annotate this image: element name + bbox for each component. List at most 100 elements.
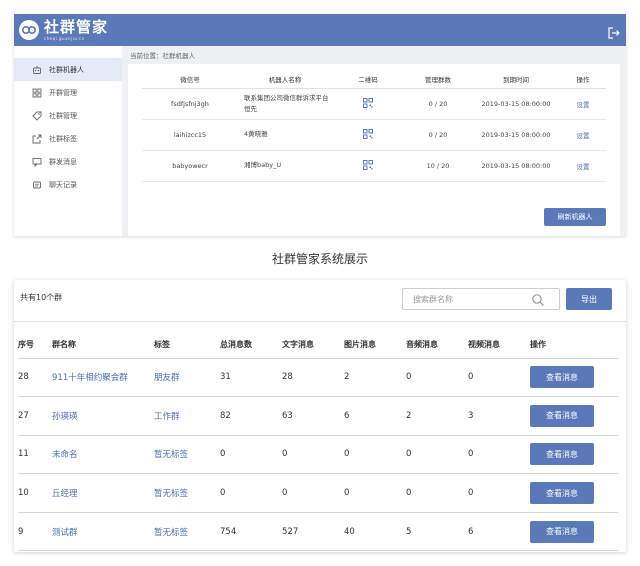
- video-messages: 0: [468, 473, 530, 513]
- sidebar-item-open-groups[interactable]: 开群管理: [14, 81, 122, 104]
- search-input[interactable]: [403, 294, 527, 304]
- breadcrumb: 当前位置：社群机器人: [130, 52, 195, 60]
- group-name-link[interactable]: 未命名: [52, 435, 154, 475]
- qr-code-icon[interactable]: [363, 159, 373, 170]
- total-messages: 0: [220, 435, 282, 475]
- qr-code-icon[interactable]: [363, 128, 373, 139]
- main-content: 当前位置：社群机器人 微信号 机器人名称 二维码 管理群数 到期时间 操作 fs…: [128, 46, 626, 236]
- table-row: 27 孙瑛瑛 工作群 82 63 6 2 3 查看消息: [18, 396, 618, 436]
- admin-console-screenshot: 社群管家 sheqi.guanjia.cn 社群机器人 开群管理 社群管理 社群…: [14, 14, 626, 236]
- wechat-id: laihizcc15: [142, 119, 238, 151]
- export-button[interactable]: 导出: [566, 288, 612, 310]
- column-header: 操作: [530, 332, 618, 359]
- group-tag-link[interactable]: 工作群: [154, 396, 220, 436]
- audio-messages: 2: [406, 396, 468, 436]
- column-header: 二维码: [332, 70, 404, 89]
- table-row: fsdfjsfnj3gh 联系集团公司微信群诉求平台恒先 0 / 20 2019…: [142, 88, 606, 120]
- audio-messages: 5: [406, 512, 468, 552]
- total-messages: 82: [220, 396, 282, 436]
- qr-code-cell: [332, 88, 404, 120]
- logo-text: 社群管家 sheqi.guanjia.cn: [44, 17, 109, 41]
- logo-icon: [18, 19, 40, 41]
- app-title: 社群管家: [44, 17, 109, 36]
- settings-link[interactable]: 设置: [577, 132, 590, 140]
- group-tag-link[interactable]: 暂无标签: [154, 473, 220, 513]
- image-messages: 40: [344, 512, 406, 552]
- sidebar-item-label: 社群机器人: [49, 65, 84, 74]
- group-name-link[interactable]: 丘经理: [52, 473, 154, 513]
- total-messages: 0: [220, 473, 282, 513]
- table-row: 11 未命名 暂无标签 0 0 0 0 0 查看消息: [18, 435, 618, 475]
- sidebar-item-label: 社群管理: [49, 111, 77, 120]
- view-messages-button[interactable]: 查看消息: [530, 443, 594, 466]
- view-messages-button[interactable]: 查看消息: [530, 520, 594, 543]
- text-messages: 527: [282, 512, 344, 552]
- column-header: 音频消息: [406, 332, 468, 359]
- total-messages: 754: [220, 512, 282, 552]
- robot-table: 微信号 机器人名称 二维码 管理群数 到期时间 操作 fsdfjsfnj3gh …: [142, 70, 606, 182]
- view-messages-button[interactable]: 查看消息: [530, 482, 594, 505]
- settings-link[interactable]: 设置: [577, 163, 590, 171]
- group-name-link[interactable]: 测试群: [52, 512, 154, 552]
- text-messages: 0: [282, 435, 344, 475]
- sidebar: 社群机器人 开群管理 社群管理 社群标签 群发消息 聊天记录: [14, 46, 122, 236]
- image-messages: 6: [344, 396, 406, 436]
- image-messages: 0: [344, 435, 406, 475]
- expire-time: 2019-03-15 08:00:00: [472, 150, 560, 182]
- robot-name: 4黄晓雅: [238, 119, 332, 151]
- image-messages: 2: [344, 358, 406, 398]
- sidebar-item-label: 社群标签: [49, 134, 77, 143]
- grid-icon: [32, 88, 42, 98]
- sidebar-item-group-tags[interactable]: 社群标签: [14, 127, 122, 150]
- video-messages: 3: [468, 396, 530, 436]
- wechat-id: fsdfjsfnj3gh: [142, 88, 238, 120]
- column-header: 操作: [560, 70, 606, 89]
- sidebar-item-robots[interactable]: 社群机器人: [14, 58, 122, 81]
- search-icon[interactable]: [531, 292, 545, 306]
- sidebar-item-group-management[interactable]: 社群管理: [14, 104, 122, 127]
- group-id: 27: [18, 396, 52, 436]
- robot-name: 联系集团公司微信群诉求平台恒先: [238, 88, 332, 120]
- column-header: 管理群数: [404, 70, 472, 89]
- logout-icon[interactable]: [608, 24, 620, 39]
- group-id: 9: [18, 512, 52, 552]
- sidebar-item-broadcast[interactable]: 群发消息: [14, 150, 122, 173]
- export-icon: [32, 134, 42, 144]
- view-messages-button[interactable]: 查看消息: [530, 404, 594, 427]
- group-table: 序号 群名称 标签 总消息数 文字消息 图片消息 音频消息 视频消息 操作 28…: [18, 332, 618, 552]
- column-header: 视频消息: [468, 332, 530, 359]
- sidebar-item-label: 开群管理: [49, 88, 77, 97]
- video-messages: 0: [468, 358, 530, 398]
- divider: [14, 321, 626, 322]
- group-tag-link[interactable]: 朋友群: [154, 358, 220, 398]
- robot-icon: [32, 65, 42, 75]
- managed-groups: 0 / 20: [404, 119, 472, 151]
- audio-messages: 0: [406, 435, 468, 475]
- table-row: 28 911十年相约聚会群 朋友群 31 28 2 0 0 查看消息: [18, 358, 618, 398]
- image-messages: 0: [344, 473, 406, 513]
- chat-record-icon: [32, 180, 42, 190]
- sidebar-item-chat-records[interactable]: 聊天记录: [14, 173, 122, 196]
- refresh-robots-button[interactable]: 刷新机器人: [544, 208, 606, 226]
- total-messages: 31: [220, 358, 282, 398]
- group-id: 10: [18, 473, 52, 513]
- group-name-link[interactable]: 孙瑛瑛: [52, 396, 154, 436]
- search-box: [402, 288, 560, 310]
- wechat-id: babyowecr: [142, 150, 238, 182]
- tag-icon: [32, 111, 42, 121]
- settings-link[interactable]: 设置: [577, 101, 590, 109]
- group-tag-link[interactable]: 暂无标签: [154, 435, 220, 475]
- column-header: 序号: [18, 332, 52, 359]
- group-count: 共有10个群: [20, 293, 63, 302]
- group-tag-link[interactable]: 暂无标签: [154, 512, 220, 552]
- view-messages-button[interactable]: 查看消息: [530, 366, 594, 389]
- group-list-screenshot: 共有10个群 导出 序号 群名称 标签 总消息数 文字消息 图片消息 音频消息 …: [14, 280, 626, 552]
- table-row: 10 丘经理 暂无标签 0 0 0 0 0 查看消息: [18, 473, 618, 513]
- top-navbar: 社群管家 sheqi.guanjia.cn: [14, 14, 626, 46]
- expire-time: 2019-03-15 08:00:00: [472, 88, 560, 120]
- column-header: 机器人名称: [238, 70, 332, 89]
- qr-code-icon[interactable]: [363, 97, 373, 108]
- group-name-link[interactable]: 911十年相约聚会群: [52, 358, 154, 398]
- text-messages: 28: [282, 358, 344, 398]
- table-row: babyowecr 湘博baby_U 10 / 20 2019-03-15 08…: [142, 150, 606, 182]
